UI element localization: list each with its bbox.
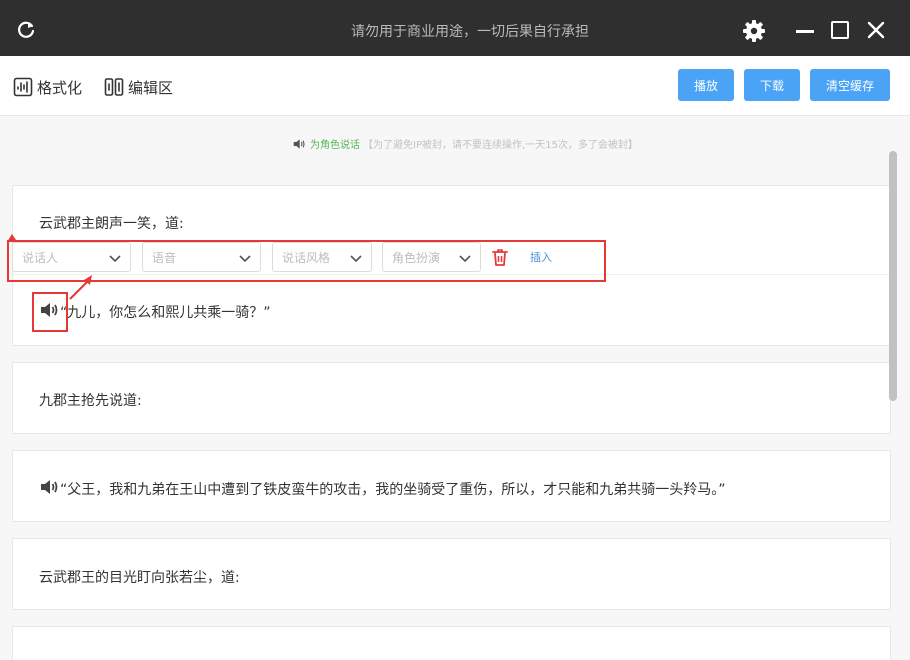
speaker-icon[interactable]: [39, 478, 59, 496]
paragraph-text: “九儿，你怎么和熙儿共乘一骑？”: [60, 305, 271, 321]
notice-text: 【为了避免IP被封，请不要连续操作,一天15次，多了会被封】: [363, 140, 638, 151]
notice-highlight[interactable]: 为角色说话: [310, 136, 360, 151]
editor-content: 为角色说话 【为了避免IP被封，请不要连续操作,一天15次，多了会被封】 云武郡…: [0, 116, 910, 660]
maximize-icon[interactable]: [831, 21, 849, 39]
play-button[interactable]: 播放: [678, 69, 734, 101]
paragraph-text: “父王，我和九弟在王山中遭到了铁皮蛮牛的攻击，我的坐骑受了重伤，所以，才只能和九…: [60, 482, 726, 498]
edit-area-label: 编辑区: [128, 78, 174, 97]
paragraph-text: 九郡主抢先说道:: [39, 393, 142, 409]
speaker-icon: [293, 138, 305, 149]
annotation-arrow: [7, 234, 92, 300]
download-button[interactable]: 下载: [744, 69, 800, 101]
gear-icon[interactable]: [742, 19, 766, 43]
toolbar: 格式化 编辑区 播放 下载 清空缓存: [0, 56, 910, 116]
window-title: 请勿用于商业用途，一切后果自行承担: [351, 24, 589, 40]
clear-cache-button[interactable]: 清空缓存: [810, 69, 890, 101]
scrollbar-thumb[interactable]: [889, 151, 897, 401]
waveform-icon: [13, 77, 33, 97]
notice-line: 为角色说话 【为了避免IP被封，请不要连续操作,一天15次，多了会被封】: [0, 136, 910, 153]
edit-area-icon: [104, 78, 124, 96]
paragraph-card[interactable]: “父王，我和九弟在王山中遭到了铁皮蛮牛的攻击，我的坐骑受了重伤，所以，才只能和九…: [12, 450, 891, 522]
close-icon[interactable]: [866, 20, 886, 40]
format-tool[interactable]: 格式化: [13, 76, 82, 98]
format-tool-label: 格式化: [37, 78, 83, 97]
edit-area-tool[interactable]: 编辑区: [104, 76, 173, 98]
paragraph-card[interactable]: 云武郡王的目光盯向张若尘，道:: [12, 538, 891, 610]
paragraph-card[interactable]: 九郡主抢先说道:: [12, 362, 891, 434]
paragraph-card[interactable]: [12, 626, 891, 660]
minimize-icon[interactable]: [796, 30, 814, 33]
title-bar: 请勿用于商业用途，一切后果自行承担: [0, 0, 910, 56]
paragraph-text: 云武郡王的目光盯向张若尘，道:: [39, 570, 240, 586]
